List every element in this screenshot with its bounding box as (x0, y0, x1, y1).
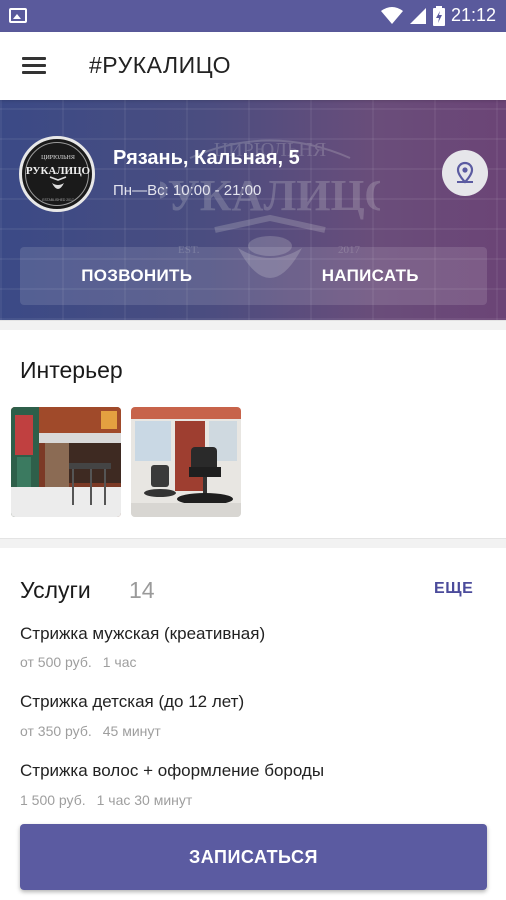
svg-text:РУКАЛИЦО: РУКАЛИЦО (26, 165, 90, 177)
more-services-link[interactable]: ЕЩЕ (434, 580, 473, 598)
services-title: Услуги (20, 577, 91, 603)
signal-icon (409, 7, 426, 24)
service-duration: 1 час (102, 654, 137, 670)
services-count: 14 (129, 577, 155, 603)
brand-logo: ЦИРЮЛЬНЯ РУКАЛИЦО ESTABLISHED 2017 (19, 136, 95, 212)
service-price: 1 500 руб. (20, 792, 86, 808)
service-name[interactable]: Стрижка волос + оформление бороды (20, 761, 324, 781)
hero-banner: ЦИРЮЛЬНЯ РУКАЛИЦО EST. 2017 ЦИРЮЛЬНЯ РУК… (0, 100, 506, 320)
status-bar: 21:12 (0, 0, 506, 32)
contact-actions: ПОЗВОНИТЬ НАПИСАТЬ (20, 247, 487, 305)
section-divider (0, 320, 506, 330)
service-meta: 1 500 руб. 1 час 30 минут (20, 792, 192, 808)
hamburger-menu-icon[interactable] (22, 54, 48, 76)
svg-text:ЦИРЮЛЬНЯ: ЦИРЮЛЬНЯ (41, 155, 75, 161)
book-appointment-button[interactable]: ЗАПИСАТЬСЯ (20, 824, 487, 890)
service-name[interactable]: Стрижка мужская (креативная) (20, 624, 265, 644)
svg-text:ESTABLISHED 2017: ESTABLISHED 2017 (42, 198, 74, 202)
barber-chair-photo[interactable] (131, 407, 241, 517)
message-button[interactable]: НАПИСАТЬ (254, 247, 488, 305)
status-time: 21:12 (450, 5, 496, 25)
service-price: от 500 руб. (20, 654, 92, 670)
address-text: Рязань, Кальная, 5 (113, 147, 300, 169)
service-price: от 350 руб. (20, 723, 92, 739)
app-bar: #РУКАЛИЦО (0, 32, 506, 100)
service-duration: 1 час 30 минут (96, 792, 193, 808)
service-duration: 45 минут (102, 723, 161, 739)
app-title: #РУКАЛИЦО (89, 52, 232, 78)
service-meta: от 350 руб. 45 минут (20, 723, 161, 739)
wifi-icon (380, 6, 403, 24)
image-notification-icon (9, 8, 27, 23)
service-name[interactable]: Стрижка детская (до 12 лет) (20, 692, 244, 712)
section-divider (0, 538, 506, 548)
interior-title: Интерьер (20, 357, 123, 383)
battery-charging-icon (432, 5, 445, 26)
hours-text: Пн—Вс: 10:00 - 21:00 (113, 182, 262, 199)
call-button[interactable]: ПОЗВОНИТЬ (20, 247, 254, 305)
service-meta: от 500 руб. 1 час (20, 654, 137, 670)
bar-interior-photo[interactable] (11, 407, 121, 517)
map-pin-icon[interactable] (442, 150, 488, 196)
